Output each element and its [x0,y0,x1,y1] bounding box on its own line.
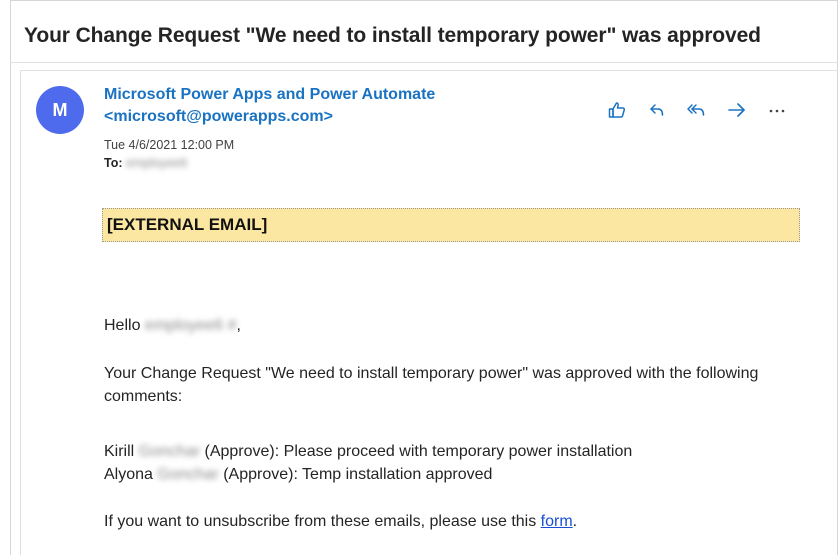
reply-all-button[interactable] [680,96,714,124]
to-label: To: [104,156,123,170]
recipient-line: To: employee6 [104,154,234,172]
sender-name[interactable]: Microsoft Power Apps and Power Automate [104,84,524,106]
like-button[interactable] [600,96,634,124]
commenter-last-name: Gonchar [157,466,219,483]
sender-avatar[interactable]: M [36,86,84,134]
comment-line: Alyona Gonchar (Approve): Temp installat… [104,463,492,486]
commenter-first-name: Alyona [104,466,153,483]
unsubscribe-form-link[interactable]: form [541,513,573,530]
subject-divider [10,62,838,63]
comment-text: (Approve): Please proceed with temporary… [204,443,633,460]
message-meta: Tue 4/6/2021 12:00 PM To: employee6 [104,136,234,172]
unsubscribe-end: . [572,513,578,530]
sender-block[interactable]: Microsoft Power Apps and Power Automate … [104,84,524,128]
email-subject: Your Change Request "We need to install … [24,24,761,47]
commenter-last-name: Gonchar [138,443,201,460]
intro-paragraph: Your Change Request "We need to install … [104,365,759,405]
greeting: Hello employee6 #, [104,314,241,337]
greeting-prefix: Hello [104,317,141,334]
like-icon [608,102,626,118]
more-icon [769,109,785,113]
commenter-first-name: Kirill [104,443,135,460]
forward-icon [728,103,745,117]
reply-all-icon [687,104,705,116]
message-actions [600,96,794,124]
unsubscribe-line: If you want to unsubscribe from these em… [104,510,577,533]
comment-text: (Approve): Temp installation approved [223,466,493,483]
comment-line: Kirill Gonchar (Approve): Please proceed… [104,440,632,463]
reply-button[interactable] [640,96,674,124]
more-button[interactable] [760,96,794,124]
greeting-name: employee6 # [144,317,237,334]
unsubscribe-text: If you want to unsubscribe from these em… [104,513,537,530]
sender-email[interactable]: <microsoft@powerapps.com> [104,106,524,128]
external-email-banner: [EXTERNAL EMAIL] [102,208,800,242]
reply-icon [650,104,664,116]
recipient-name[interactable]: employee6 [126,154,187,172]
greeting-suffix: , [236,317,241,334]
message-date: Tue 4/6/2021 12:00 PM [104,138,235,152]
forward-button[interactable] [720,96,754,124]
